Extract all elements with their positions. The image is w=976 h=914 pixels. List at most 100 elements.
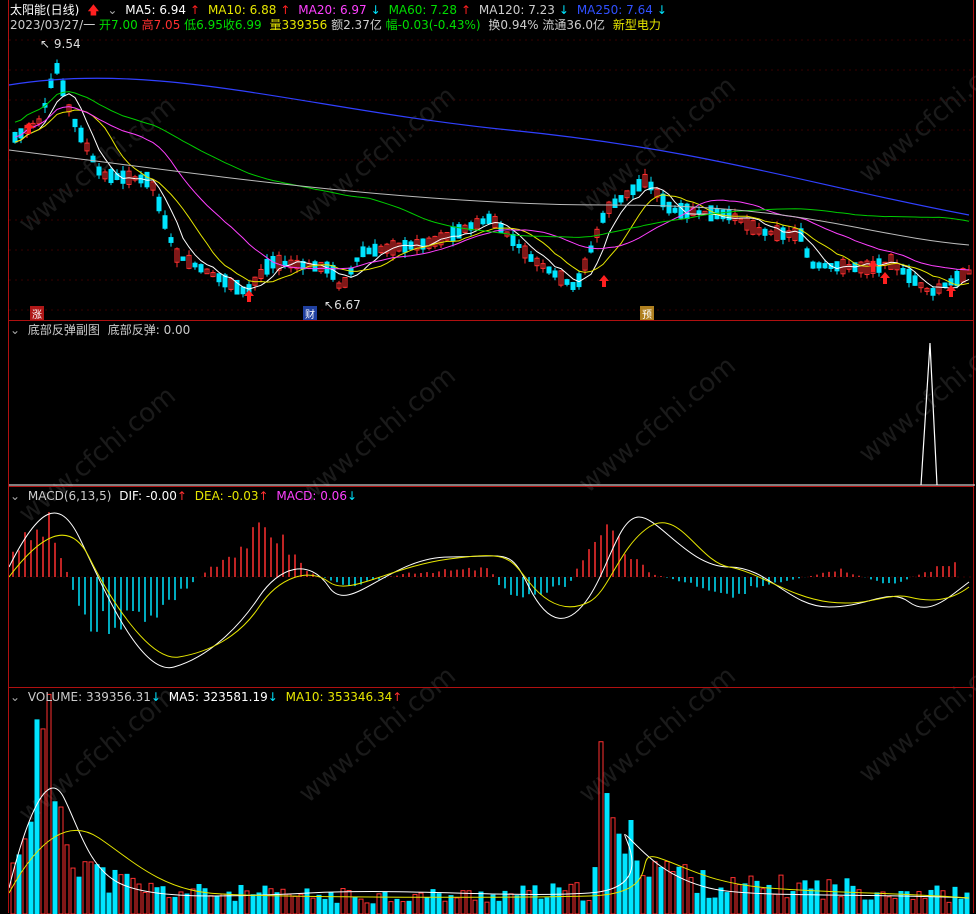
volume-bar	[640, 875, 646, 914]
volume-bar	[166, 897, 172, 914]
settings-icon[interactable]: ⌄	[10, 690, 20, 704]
candle-body	[906, 268, 912, 284]
quote-float: 流通36.0亿	[542, 18, 606, 32]
macd-header: ⌄ MACD(6,13,5) DIF: -0.00↑ DEA: -0.03↑ M…	[10, 489, 358, 503]
candle-body	[672, 207, 678, 213]
volume-bar	[172, 896, 178, 914]
volume-bar	[88, 861, 94, 914]
volume-bar	[658, 866, 664, 914]
volume-ma5-line	[9, 787, 970, 899]
candlestick-chart[interactable]	[9, 0, 975, 321]
volume-bar	[328, 891, 334, 914]
volume-bar	[844, 878, 850, 914]
volume-bar	[616, 833, 622, 914]
candle-body	[600, 212, 606, 223]
volume-bar	[736, 884, 742, 914]
ma60-line	[14, 91, 970, 238]
ma120-label: MA120: 7.23	[478, 3, 555, 17]
volume-bar	[190, 888, 196, 914]
volume-bar	[382, 891, 388, 914]
quote-volume: 量339356	[269, 18, 328, 32]
volume-bar	[922, 897, 928, 914]
volume-bar	[862, 899, 868, 914]
volume-bar	[352, 896, 358, 914]
volume-bar	[820, 898, 826, 914]
price-panel[interactable]	[8, 0, 975, 321]
volume-bar	[58, 806, 64, 914]
volume-bar	[310, 897, 316, 914]
volume-bar	[676, 866, 682, 914]
candle-body	[780, 227, 786, 240]
candle-body	[312, 261, 318, 272]
volume-bar	[268, 888, 274, 914]
candle-body	[834, 261, 840, 272]
volume-bar	[454, 897, 460, 914]
volume-chart[interactable]	[9, 688, 975, 914]
candle-body	[822, 263, 828, 269]
ma20-line	[14, 106, 970, 271]
candle-body	[180, 256, 186, 261]
macd-chart[interactable]	[9, 487, 975, 689]
volume-bar	[238, 884, 244, 914]
marker-cai[interactable]: 财	[303, 306, 317, 321]
volume-bar	[652, 861, 658, 914]
ma60-label: MA60: 7.28	[388, 3, 457, 17]
volume-bar	[928, 889, 934, 914]
indicator-panel[interactable]	[8, 320, 975, 488]
volume-bar	[292, 895, 298, 914]
volume-bar	[442, 900, 448, 914]
candle-body	[804, 248, 810, 258]
volume-bar	[424, 897, 430, 914]
candle-body	[192, 262, 198, 268]
candle-body	[516, 243, 522, 249]
candle-body	[162, 215, 168, 229]
volume-bar	[430, 889, 436, 914]
volume-bar	[748, 875, 754, 914]
volume-bar	[598, 741, 604, 914]
candle-body	[588, 245, 594, 253]
volume-bar	[406, 900, 412, 914]
volume-bar	[682, 864, 688, 914]
candle-body	[264, 258, 270, 275]
volume-bar	[940, 890, 946, 914]
volume-bar	[700, 870, 706, 914]
volume-ma5: MA5: 323581.19	[168, 690, 268, 704]
volume-bar	[694, 892, 700, 914]
volume-bar	[436, 893, 442, 914]
settings-icon[interactable]: ⌄	[10, 489, 20, 503]
volume-bar	[502, 890, 508, 914]
candle-body	[954, 270, 960, 287]
volume-bar	[334, 902, 340, 914]
volume-bar	[628, 819, 634, 914]
quote-turnover: 换0.94%	[488, 18, 539, 32]
volume-bar	[604, 793, 610, 914]
volume-bar	[472, 899, 478, 914]
volume-bar	[418, 892, 424, 914]
macd-panel[interactable]	[8, 486, 975, 689]
dropdown-icon[interactable]: ⌄	[107, 3, 117, 17]
candle-body	[666, 201, 672, 214]
volume-bar	[76, 876, 82, 914]
volume-bar	[388, 901, 394, 914]
volume-bar	[484, 901, 490, 914]
volume-bar	[538, 898, 544, 914]
volume-ma10: MA10: 353346.34	[285, 690, 393, 704]
volume-panel[interactable]	[8, 687, 975, 914]
candle-body	[60, 80, 66, 97]
volume-bar	[214, 895, 220, 914]
candle-body	[930, 288, 936, 296]
marker-yu[interactable]: 预	[640, 306, 654, 321]
volume-title: VOLUME: 339356.31	[27, 690, 151, 704]
indicator-chart[interactable]	[9, 321, 975, 488]
marker-zhang[interactable]: 涨	[30, 306, 44, 321]
volume-bar	[826, 879, 832, 914]
settings-icon[interactable]: ⌄	[10, 323, 20, 337]
candle-body	[282, 260, 288, 266]
candle-body	[168, 237, 174, 243]
candle-body	[612, 198, 618, 208]
quote-line: 2023/03/27/一 开7.00 高7.05 低6.95收6.99 量339…	[10, 18, 665, 32]
candle-body	[510, 233, 516, 247]
volume-bar	[34, 719, 40, 914]
candle-body	[636, 179, 642, 192]
volume-bar	[946, 901, 952, 914]
